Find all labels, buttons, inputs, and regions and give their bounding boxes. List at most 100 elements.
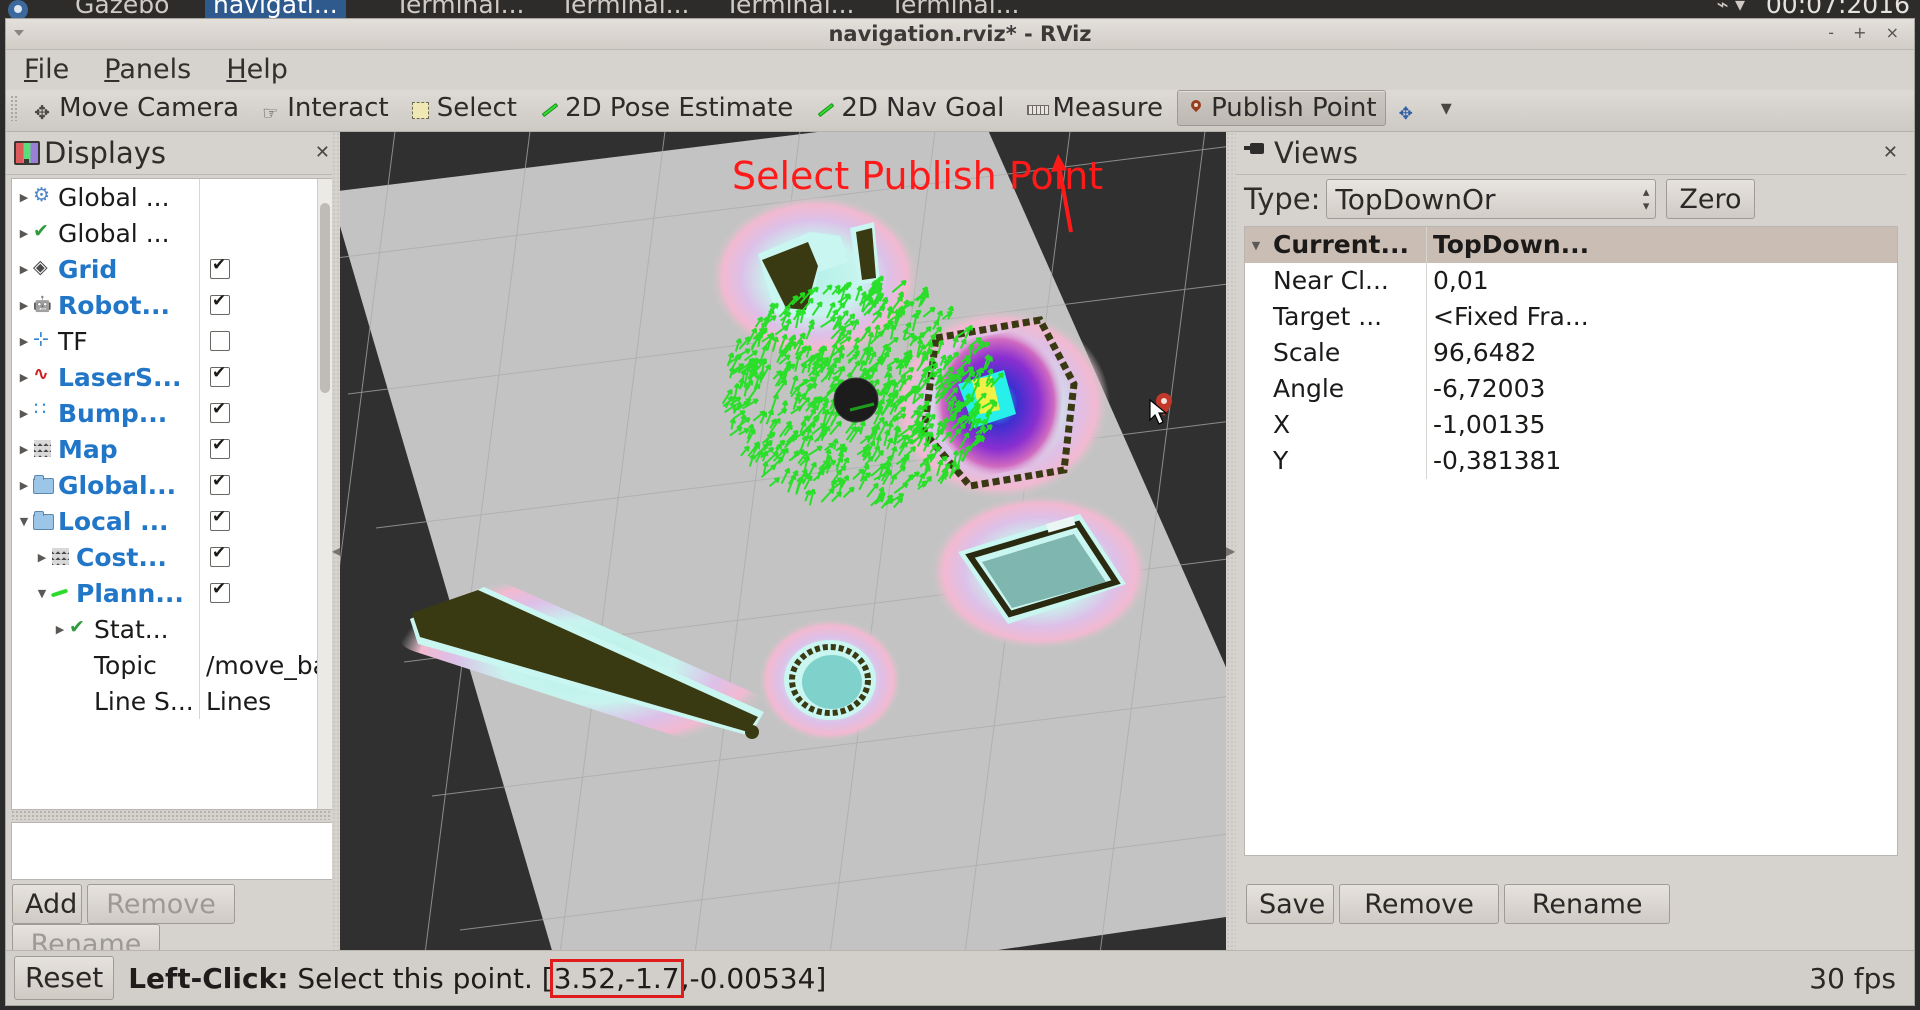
views-property-value[interactable]: -6,72003 <box>1427 371 1897 407</box>
display-enable-checkbox[interactable] <box>210 291 230 315</box>
display-tree-row[interactable]: Local ... <box>12 503 318 539</box>
chevron-right-icon[interactable] <box>16 443 32 456</box>
display-tree-row[interactable]: Stat... <box>12 611 318 647</box>
display-enable-checkbox[interactable] <box>210 399 230 423</box>
display-row-value-cell[interactable] <box>200 287 318 323</box>
displays-splitter-grip[interactable] <box>11 810 333 820</box>
display-row-value-cell[interactable] <box>200 251 318 287</box>
views-properties-table[interactable]: ▼ Current... TopDown... Near Cl... 0,01 Targe… <box>1244 226 1898 856</box>
display-row-value-cell[interactable] <box>200 323 318 359</box>
display-tree-row[interactable]: Cost... <box>12 539 318 575</box>
taskbar-item-terminal-1[interactable]: Terminal... <box>395 0 525 19</box>
chevron-right-icon[interactable] <box>16 227 32 240</box>
right-splitter[interactable]: ▶ <box>1226 132 1236 972</box>
views-property-value[interactable]: TopDown... <box>1427 227 1897 263</box>
tool-2d-pose-estimate[interactable]: 2D Pose Estimate <box>531 90 802 126</box>
close-icon[interactable]: ✕ <box>315 142 330 163</box>
taskbar-item-terminal-4[interactable]: Terminal... <box>890 0 1020 19</box>
views-property-value[interactable]: -0,381381 <box>1427 443 1897 479</box>
chevron-right-icon[interactable] <box>34 551 50 564</box>
view-type-combobox[interactable]: TopDownOr ▴ ▾ <box>1326 179 1657 219</box>
remove-button[interactable]: Remove <box>87 884 236 924</box>
chevron-down-icon[interactable]: ▼ <box>1245 239 1267 252</box>
chevron-right-icon[interactable] <box>16 299 32 312</box>
views-table-row[interactable]: Angle -6,72003 <box>1245 371 1897 407</box>
views-table-row[interactable]: Scale 96,6482 <box>1245 335 1897 371</box>
display-enable-checkbox[interactable] <box>210 331 230 351</box>
display-row-value-cell[interactable] <box>200 611 318 647</box>
display-enable-checkbox[interactable] <box>210 435 230 459</box>
menu-help[interactable]: Help <box>222 50 292 90</box>
chevron-down-icon[interactable] <box>34 587 50 600</box>
reset-button[interactable]: Reset <box>14 956 115 1000</box>
tool-move-camera[interactable]: Move Camera <box>25 90 248 130</box>
display-enable-checkbox[interactable] <box>210 471 230 495</box>
display-enable-checkbox[interactable] <box>210 255 230 279</box>
toolbar-drag-grip[interactable] <box>10 95 18 121</box>
display-row-value-cell[interactable] <box>200 395 318 431</box>
tool-publish-point[interactable]: Publish Point <box>1177 90 1386 126</box>
views-property-value[interactable]: 96,6482 <box>1427 335 1897 371</box>
system-clock[interactable]: 00:07:2016 <box>1766 0 1910 19</box>
display-tree-row[interactable]: Map <box>12 431 318 467</box>
display-tree-row[interactable]: Robot... <box>12 287 318 323</box>
tool-select[interactable]: Select <box>403 90 526 126</box>
display-tree-row[interactable]: Topic/move_ba... <box>12 647 318 683</box>
zero-button[interactable]: Zero <box>1666 179 1755 219</box>
views-property-value[interactable]: -1,00135 <box>1427 407 1897 443</box>
chevron-right-icon[interactable] <box>52 623 68 636</box>
system-tray-icons[interactable]: ⌁ ▾ <box>1717 0 1745 16</box>
add-button[interactable]: Add <box>12 884 82 924</box>
displays-tree[interactable]: Global ... Global ... Grid Robot... TF LaserS… <box>11 178 333 810</box>
display-tree-row[interactable]: Global... <box>12 467 318 503</box>
display-tree-row[interactable]: LaserS... <box>12 359 318 395</box>
display-row-value-cell[interactable] <box>200 467 318 503</box>
views-table-row[interactable]: Y -0,381381 <box>1245 443 1897 479</box>
display-tree-row[interactable]: Plann... <box>12 575 318 611</box>
taskbar-item-gazebo[interactable]: Gazebo <box>75 0 169 19</box>
display-enable-checkbox[interactable] <box>210 507 230 531</box>
views-remove-button[interactable]: Remove <box>1339 884 1500 924</box>
spin-arrows-icon[interactable]: ▴ ▾ <box>1643 186 1650 214</box>
taskbar-item-navigation[interactable]: navigati... <box>205 0 346 19</box>
display-enable-checkbox[interactable] <box>210 543 230 567</box>
taskbar-item-terminal-2[interactable]: Terminal... <box>560 0 690 19</box>
3d-viewport[interactable]: Select Publish Point <box>340 132 1226 972</box>
display-enable-checkbox[interactable] <box>210 579 230 603</box>
ubuntu-logo-icon[interactable] <box>8 0 28 20</box>
display-row-value-cell[interactable] <box>200 431 318 467</box>
display-tree-row[interactable]: Line S... Lines <box>12 683 318 719</box>
taskbar-item-terminal-3[interactable]: Terminal... <box>725 0 855 19</box>
tool-measure[interactable]: Measure <box>1018 90 1172 126</box>
chevron-right-icon[interactable] <box>16 371 32 384</box>
display-row-value-cell[interactable] <box>200 575 318 611</box>
toolbar-overflow-button[interactable]: ▾ <box>1435 96 1458 121</box>
chevron-right-icon[interactable] <box>16 479 32 492</box>
save-button[interactable]: Save <box>1246 884 1334 924</box>
scrollbar-thumb[interactable] <box>320 203 330 393</box>
menu-panels[interactable]: Panels <box>100 50 195 90</box>
display-row-value-cell[interactable]: Lines <box>200 683 318 719</box>
views-rename-button[interactable]: Rename <box>1504 884 1671 924</box>
chevron-right-icon[interactable] <box>16 191 32 204</box>
display-tree-row[interactable]: Global ... <box>12 179 318 215</box>
display-row-value-cell[interactable] <box>200 215 318 251</box>
views-property-value[interactable]: 0,01 <box>1427 263 1897 299</box>
tool-2d-nav-goal[interactable]: 2D Nav Goal <box>807 90 1013 126</box>
chevron-right-icon[interactable] <box>16 263 32 276</box>
tool-add-new[interactable] <box>1391 90 1430 131</box>
chevron-right-icon[interactable] <box>16 335 32 348</box>
display-tree-row[interactable]: Global ... <box>12 215 318 251</box>
chevron-right-icon[interactable] <box>16 407 32 420</box>
display-row-value-cell[interactable] <box>200 359 318 395</box>
close-icon[interactable]: ✕ <box>1883 142 1898 163</box>
views-property-value[interactable]: <Fixed Fra... <box>1427 299 1897 335</box>
tool-interact[interactable]: Interact <box>253 90 397 131</box>
display-row-value-cell[interactable]: /move_ba... <box>200 647 318 683</box>
display-tree-row[interactable]: TF <box>12 323 318 359</box>
displays-tree-scrollbar[interactable] <box>317 179 332 809</box>
views-table-row[interactable]: Near Cl... 0,01 <box>1245 263 1897 299</box>
views-table-header-row[interactable]: ▼ Current... TopDown... <box>1245 227 1897 263</box>
window-control-buttons[interactable]: - + × <box>1828 23 1906 42</box>
views-table-row[interactable]: Target ... <Fixed Fra... <box>1245 299 1897 335</box>
